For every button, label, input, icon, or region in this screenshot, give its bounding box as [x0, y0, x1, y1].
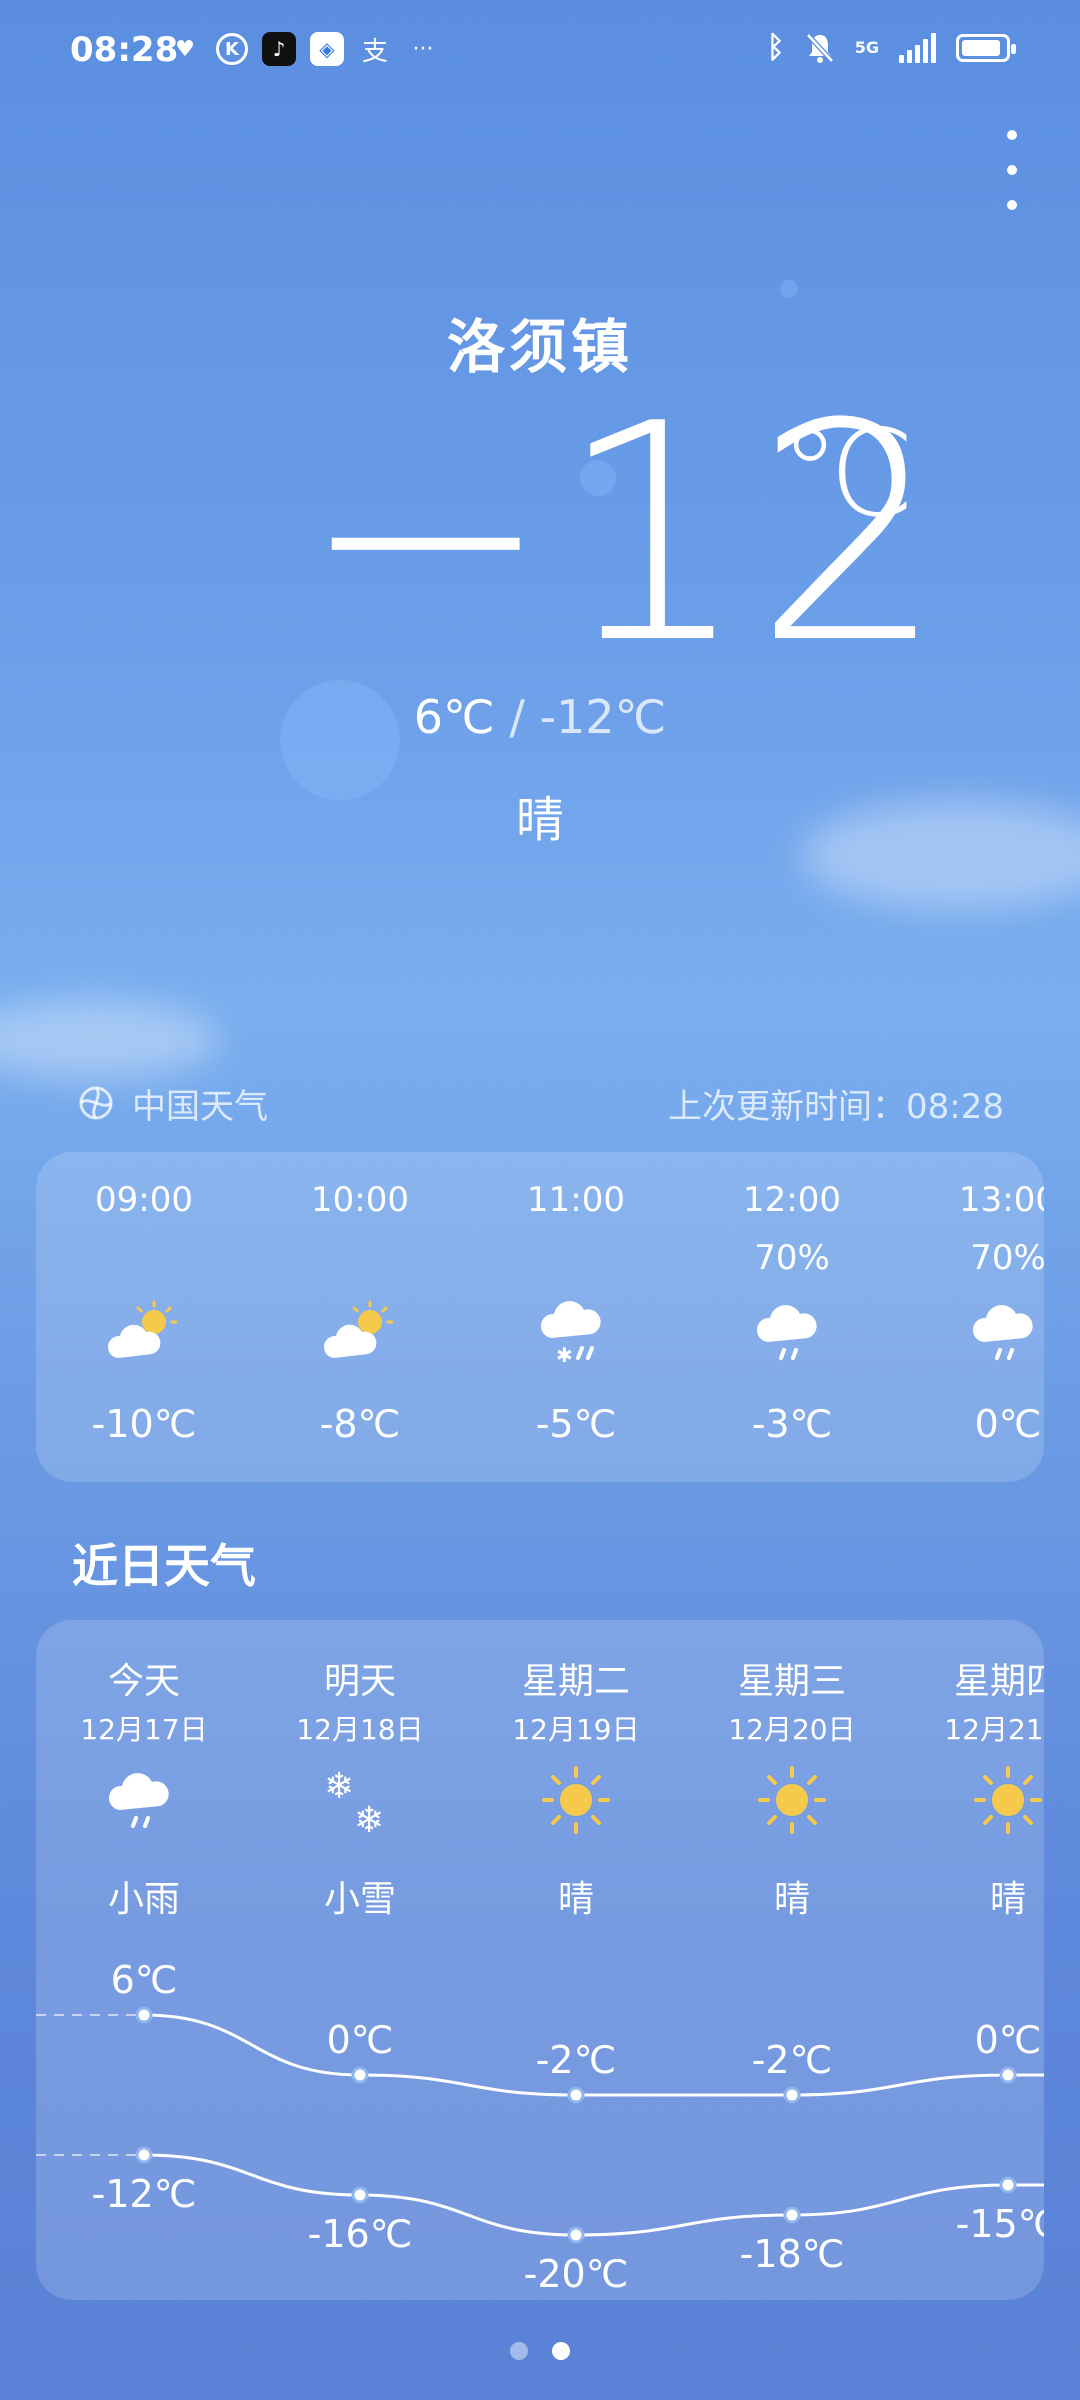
china-weather-logo-icon — [79, 1086, 113, 1120]
hour-time: 09:00 — [95, 1180, 193, 1220]
daily-forecast-card[interactable]: 今天 12月17日 小雨 明天 12月18日 ❄ ❄ 小雪 星期二 12月19日 … — [36, 1620, 1044, 2300]
high-temp-label: -2℃ — [536, 2038, 617, 2082]
high-temp-label: 0℃ — [327, 2018, 394, 2062]
high-temp-point — [351, 2066, 369, 2084]
today-high: 6℃ — [413, 690, 495, 744]
hourly-item: 11:00 ✱ -5℃ — [468, 1152, 684, 1482]
status-time: 08:28 — [70, 30, 179, 70]
notification-icons: ♥ K ♪ ◈ 支 ··· — [168, 32, 440, 67]
high-temp-point — [135, 2006, 153, 2024]
low-temp-label: -15℃ — [956, 2202, 1044, 2246]
alipay-icon: 支 — [361, 36, 388, 67]
hour-time: 13:00 — [959, 1180, 1044, 1220]
hourly-item: 09:00 -10℃ — [36, 1152, 252, 1482]
low-temp-point — [783, 2206, 801, 2224]
hour-time: 10:00 — [311, 1180, 409, 1220]
sleet-icon: ✱ — [536, 1292, 616, 1372]
signal-icon — [899, 32, 936, 63]
mute-icon — [805, 32, 834, 63]
precip-probability: 70% — [970, 1238, 1044, 1278]
high-temp-label: 0℃ — [975, 2018, 1042, 2062]
precip-probability: 70% — [754, 1238, 830, 1278]
menu-dot — [1007, 200, 1017, 210]
status-bar: 08:28 ♥ K ♪ ◈ 支 ··· ᛒ 5G — [0, 0, 1080, 100]
section-title: 近日天气 — [72, 1539, 256, 1593]
source-row: 中国天气 上次更新时间：08:28 — [76, 1078, 1004, 1128]
page-dot-active[interactable] — [552, 2342, 570, 2360]
temperature-range: 6℃ / -12℃ — [0, 690, 1080, 744]
low-temp-label: -12℃ — [92, 2172, 197, 2216]
today-low: -12℃ — [539, 690, 667, 744]
low-temp-point — [999, 2176, 1017, 2194]
background-cloud — [0, 1000, 220, 1080]
rain-icon — [968, 1292, 1044, 1372]
high-temp-point — [999, 2066, 1017, 2084]
hourly-forecast-card[interactable]: 09:00 -10℃ 10:00 -8℃ 11:00 ✱ -5℃ 12:00 7… — [36, 1152, 1044, 1482]
temperature-unit: ℃ — [780, 405, 915, 544]
low-temp-point — [567, 2226, 585, 2244]
low-temp-point — [351, 2186, 369, 2204]
page-indicator — [0, 2342, 1080, 2360]
more-notifications-icon: ··· — [412, 36, 434, 62]
hourly-item: 13:00 70% 0℃ — [900, 1152, 1044, 1482]
provider-name: 中国天气 — [132, 1086, 268, 1127]
svg-text:✱: ✱ — [556, 1343, 573, 1367]
low-temp-label: -20℃ — [524, 2252, 629, 2296]
more-menu-button[interactable] — [992, 130, 1032, 210]
last-update-time: 上次更新时间：08:28 — [668, 1086, 1004, 1127]
hour-temperature: 0℃ — [974, 1402, 1042, 1446]
hour-temperature: -8℃ — [319, 1402, 401, 1446]
range-separator: / — [509, 690, 525, 744]
provider[interactable]: 中国天气 — [76, 1079, 268, 1128]
high-temp-point — [783, 2086, 801, 2104]
lens-flare — [780, 280, 798, 298]
battery-icon — [956, 33, 1016, 62]
page-dot[interactable] — [510, 2342, 528, 2360]
hourly-item: 12:00 70% -3℃ — [684, 1152, 900, 1482]
hour-time: 12:00 — [743, 1180, 841, 1220]
menu-dot — [1007, 165, 1017, 175]
high-temp-label: -2℃ — [752, 2038, 833, 2082]
k-app-icon: K — [216, 33, 248, 65]
low-temp-label: -16℃ — [308, 2212, 413, 2256]
hourly-item: 10:00 -8℃ — [252, 1152, 468, 1482]
hour-temperature: -3℃ — [751, 1402, 833, 1446]
bluetooth-icon: ᛒ — [766, 30, 785, 65]
partly-cloudy-icon — [104, 1292, 184, 1372]
browser-icon: ◈ — [310, 32, 344, 66]
temperature-trend-chart: 6℃ 0℃ -2℃ -2℃ 0℃ -12℃ -16℃ -20℃ -18℃ -15℃ — [36, 1958, 1044, 2296]
menu-dot — [1007, 130, 1017, 140]
hour-temperature: -5℃ — [535, 1402, 617, 1446]
low-temp-line — [143, 2153, 1044, 2237]
high-temp-point — [567, 2086, 585, 2104]
status-right-icons: ᛒ 5G — [766, 30, 1016, 65]
hour-temperature: -10℃ — [91, 1402, 197, 1446]
tiktok-icon: ♪ — [262, 32, 296, 66]
rain-icon — [752, 1292, 832, 1372]
current-condition: 晴 — [515, 792, 564, 848]
low-temp-point — [135, 2146, 153, 2164]
heart-icon: ♥ — [175, 36, 195, 62]
low-temp-label: -18℃ — [740, 2232, 845, 2276]
network-type: 5G — [854, 37, 879, 57]
high-temp-label: 6℃ — [111, 1958, 178, 2002]
battery-level — [962, 39, 1000, 56]
partly-cloudy-icon — [320, 1292, 400, 1372]
hour-time: 11:00 — [527, 1180, 625, 1220]
